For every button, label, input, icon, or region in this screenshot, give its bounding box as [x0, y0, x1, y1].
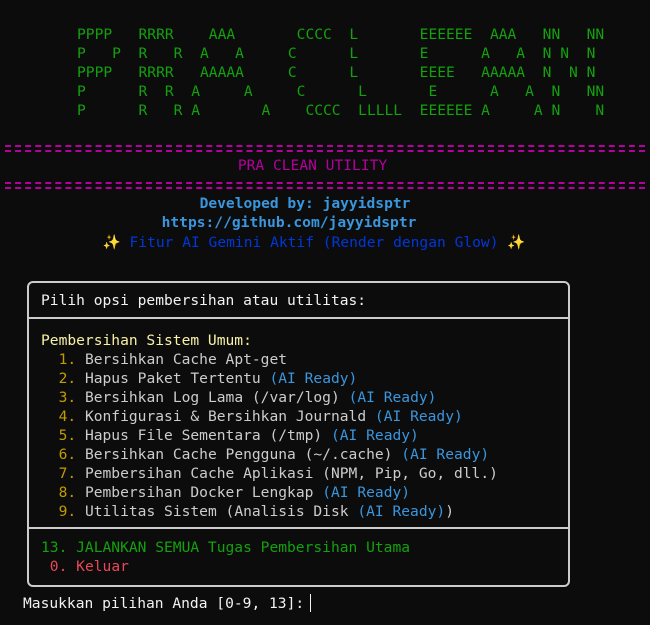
ai-ready-badge: (AI Ready): [269, 370, 358, 387]
sparkles-icon: ✨: [102, 234, 121, 251]
menu-item-3[interactable]: 3. Bersihkan Log Lama (/var/log) (AI Rea…: [41, 388, 568, 407]
menu-item-8[interactable]: 8. Pembersihan Docker Lengkap (AI Ready): [41, 483, 568, 502]
gemini-status-text: Fitur AI Gemini Aktif (Render dengan Glo…: [129, 234, 499, 251]
menu-item-4[interactable]: 4. Konfigurasi & Bersihkan Journald (AI …: [41, 407, 568, 426]
ai-ready-badge: (AI Ready): [357, 503, 446, 520]
ascii-banner: PPPP RRRR AAA CCCC L EEEEEE AAA NN NN P …: [77, 25, 604, 120]
ai-ready-badge: (AI Ready): [348, 389, 437, 406]
section-title: Pembersihan Sistem Umum:: [41, 332, 252, 349]
menu-item-9[interactable]: 9. Utilitas Sistem (Analisis Disk (AI Re…: [41, 502, 568, 521]
ai-ready-badge: (AI Ready): [374, 408, 463, 425]
top-divider: [5, 145, 645, 152]
input-prompt[interactable]: Masukkan pilihan Anda [0-9, 13]:: [23, 594, 312, 612]
menu-item-7[interactable]: 7. Pembersihan Cache Aplikasi (NPM, Pip,…: [41, 464, 568, 483]
developer-credit: Developed by: jayyidsptr: [199, 195, 411, 212]
ascii-line: PPPP RRRR AAA CCCC L EEEEEE AAA NN NN: [77, 26, 605, 43]
menu-item-2[interactable]: 2. Hapus Paket Tertentu (AI Ready): [41, 369, 568, 388]
menu-item-run-all[interactable]: 13. JALANKAN SEMUA Tugas Pembersihan Uta…: [41, 538, 410, 557]
prompt-text: Masukkan pilihan Anda [0-9, 13]:: [23, 595, 305, 612]
ascii-line: PPPP RRRR AAAAA C L EEEE AAAAA N N N: [77, 64, 596, 81]
ascii-line: P P R R A A C L E A A N N N: [77, 45, 596, 62]
menu-item-5[interactable]: 5. Hapus File Sementara (/tmp) (AI Ready…: [41, 426, 568, 445]
ai-ready-badge: (AI Ready): [330, 427, 419, 444]
menu-item-1[interactable]: 1. Bersihkan Cache Apt-get: [41, 350, 568, 369]
menu-panel: Pilih opsi pembersihan atau utilitas: Pe…: [27, 281, 570, 587]
ascii-line: P R R A A C L E A A N NN: [77, 83, 605, 100]
github-link[interactable]: https://github.com/jayyidsptr: [0, 214, 578, 231]
bottom-divider: [5, 182, 645, 189]
ai-ready-badge: (AI Ready): [401, 446, 490, 463]
gemini-status: ✨ Fitur AI Gemini Aktif (Render dengan G…: [0, 233, 628, 251]
app-title: PRA CLEAN UTILITY: [237, 157, 388, 174]
ascii-line: P R R A A CCCC LLLLL EEEEEE A A N N: [77, 102, 605, 119]
ai-ready-badge: (AI Ready): [322, 484, 411, 501]
menu-divider: [29, 527, 568, 529]
sparkles-icon: ✨: [507, 234, 526, 251]
menu-header: Pilih opsi pembersihan atau utilitas:: [29, 283, 568, 319]
text-cursor: [310, 594, 312, 612]
menu-item-6[interactable]: 6. Bersihkan Cache Pengguna (~/.cache) (…: [41, 445, 568, 464]
menu-item-exit[interactable]: 0. Keluar: [41, 557, 410, 576]
